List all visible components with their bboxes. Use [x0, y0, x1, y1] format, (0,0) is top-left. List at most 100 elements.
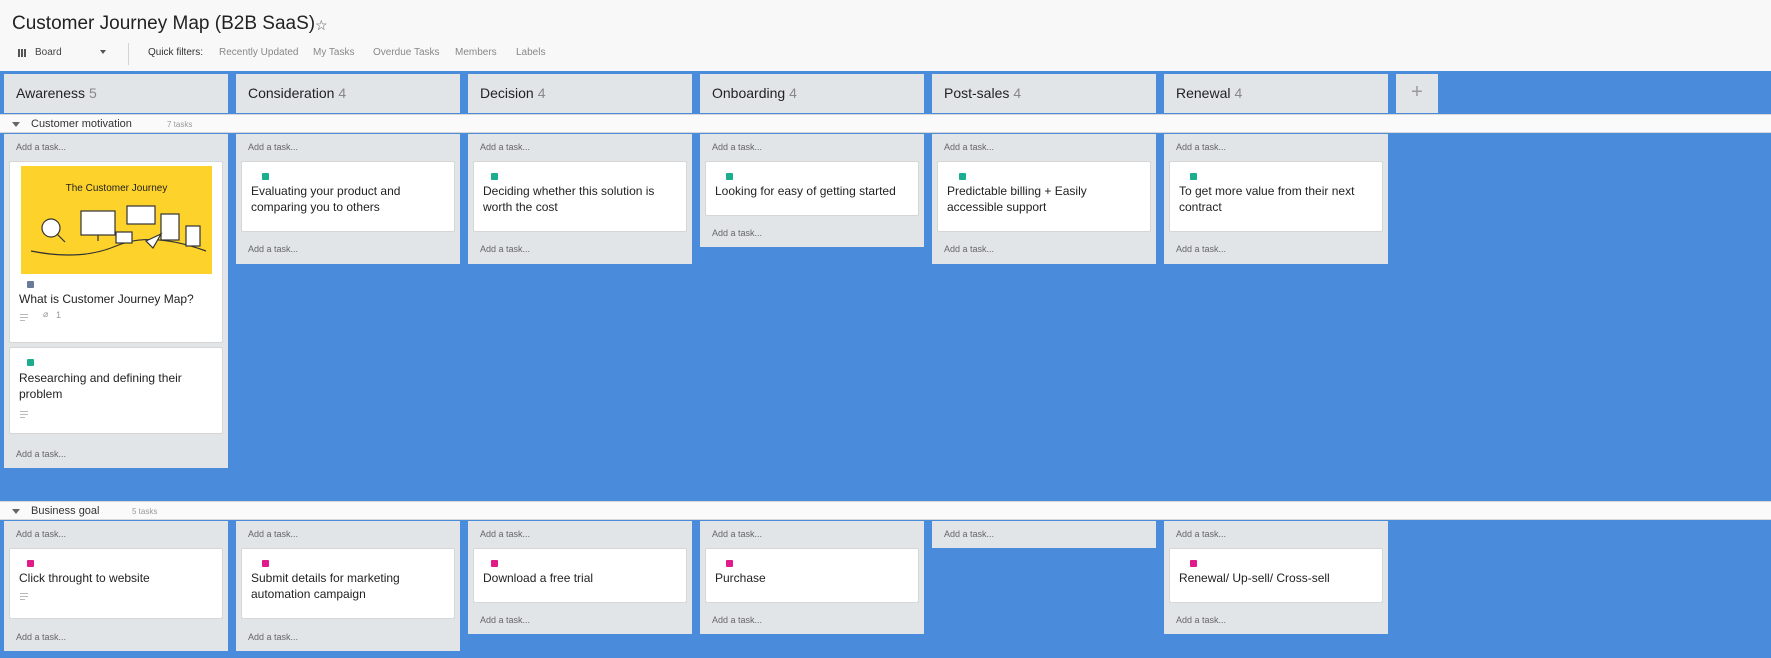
label-tag — [27, 281, 34, 288]
cell-awareness-motivation: Add a task... The Customer Journey What … — [4, 134, 228, 468]
column-name: Decision — [480, 85, 534, 101]
cell-awareness-business: Add a task... Click throught to website … — [4, 521, 228, 651]
toolbar-divider — [128, 43, 129, 65]
task-card[interactable]: The Customer Journey What is Customer Jo… — [9, 161, 223, 343]
column-header-awareness[interactable]: Awareness 5 — [4, 74, 228, 113]
card-title: To get more value from their next contra… — [1179, 184, 1355, 214]
swimlane-header-business-goal[interactable]: Business goal 5 tasks — [0, 501, 1771, 520]
collapse-caret-icon[interactable] — [12, 122, 20, 127]
column-header-onboarding[interactable]: Onboarding 4 — [700, 74, 924, 113]
task-card[interactable]: Deciding whether this solution is worth … — [473, 161, 687, 232]
add-task-link[interactable]: Add a task... — [480, 142, 530, 152]
task-card[interactable]: Renewal/ Up-sell/ Cross-sell — [1169, 548, 1383, 603]
add-task-link[interactable]: Add a task... — [944, 244, 994, 254]
filter-labels[interactable]: Labels — [516, 47, 545, 58]
task-card[interactable]: To get more value from their next contra… — [1169, 161, 1383, 232]
column-name: Awareness — [16, 85, 86, 101]
add-task-link[interactable]: Add a task... — [944, 142, 994, 152]
cell-post-sales-business: Add a task... — [932, 521, 1156, 548]
add-task-link[interactable]: Add a task... — [1176, 529, 1226, 539]
board-title: Customer Journey Map (B2B SaaS) — [12, 13, 316, 34]
cell-consideration-motivation: Add a task... Evaluating your product an… — [236, 134, 460, 264]
description-icon — [20, 314, 28, 323]
add-task-link[interactable]: Add a task... — [1176, 615, 1226, 625]
add-task-link[interactable]: Add a task... — [480, 615, 530, 625]
add-task-link[interactable]: Add a task... — [248, 529, 298, 539]
label-tag — [262, 560, 269, 567]
card-title: Predictable billing + Easily accessible … — [947, 184, 1087, 214]
view-selector[interactable]: Board — [18, 47, 110, 58]
column-name: Post-sales — [944, 85, 1010, 101]
star-icon[interactable]: ☆ — [315, 17, 328, 34]
add-task-link[interactable]: Add a task... — [248, 632, 298, 642]
add-task-link[interactable]: Add a task... — [712, 615, 762, 625]
add-task-link[interactable]: Add a task... — [712, 529, 762, 539]
task-card[interactable]: Researching and defining their problem — [9, 347, 223, 434]
task-card[interactable]: Looking for easy of getting started — [705, 161, 919, 216]
add-task-link[interactable]: Add a task... — [16, 142, 66, 152]
swimlane-header-customer-motivation[interactable]: Customer motivation 7 tasks — [0, 114, 1771, 133]
add-task-link[interactable]: Add a task... — [712, 228, 762, 238]
journey-illustration — [30, 205, 207, 256]
cell-decision-business: Add a task... Download a free trial Add … — [468, 521, 692, 634]
column-header-consideration[interactable]: Consideration 4 — [236, 74, 460, 113]
column-count: 4 — [338, 85, 347, 101]
column-name: Consideration — [248, 85, 335, 101]
task-card[interactable]: Click throught to website — [9, 548, 223, 619]
card-title: Purchase — [715, 571, 766, 585]
filter-overdue-tasks[interactable]: Overdue Tasks — [373, 47, 440, 58]
add-task-link[interactable]: Add a task... — [248, 244, 298, 254]
cell-onboarding-business: Add a task... Purchase Add a task... — [700, 521, 924, 634]
task-card[interactable]: Submit details for marketing automation … — [241, 548, 455, 619]
board-header: Customer Journey Map (B2B SaaS) ☆ Board … — [0, 0, 1771, 71]
swimlane-name: Customer motivation — [31, 118, 132, 130]
column-count: 5 — [89, 85, 97, 101]
task-card[interactable]: Download a free trial — [473, 548, 687, 603]
filter-recently-updated[interactable]: Recently Updated — [219, 47, 299, 58]
filter-members[interactable]: Members — [455, 47, 497, 58]
cell-renewal-motivation: Add a task... To get more value from the… — [1164, 134, 1388, 264]
add-column-button[interactable]: + — [1396, 74, 1438, 113]
card-title: Deciding whether this solution is worth … — [483, 184, 655, 214]
add-task-link[interactable]: Add a task... — [480, 529, 530, 539]
column-count: 4 — [789, 85, 797, 101]
label-tag — [959, 173, 966, 180]
column-count: 4 — [1234, 85, 1243, 101]
board-view-icon — [18, 48, 26, 57]
add-task-link[interactable]: Add a task... — [16, 632, 66, 642]
collapse-caret-icon[interactable] — [12, 509, 20, 514]
add-task-link[interactable]: Add a task... — [1176, 244, 1226, 254]
cell-post-sales-motivation: Add a task... Predictable billing + Easi… — [932, 134, 1156, 264]
description-icon — [20, 593, 28, 602]
label-tag — [491, 560, 498, 567]
label-tag — [27, 560, 34, 567]
task-card[interactable]: Predictable billing + Easily accessible … — [937, 161, 1151, 232]
card-title: Download a free trial — [483, 571, 594, 585]
add-task-link[interactable]: Add a task... — [16, 449, 66, 459]
column-header-post-sales[interactable]: Post-sales 4 — [932, 74, 1156, 113]
task-card[interactable]: Purchase — [705, 548, 919, 603]
add-task-link[interactable]: Add a task... — [1176, 142, 1226, 152]
label-tag — [1190, 560, 1197, 567]
column-name: Renewal — [1176, 85, 1231, 101]
label-tag — [1190, 173, 1197, 180]
swimlane-name: Business goal — [31, 505, 100, 517]
task-card[interactable]: Evaluating your product and comparing yo… — [241, 161, 455, 232]
label-tag — [27, 359, 34, 366]
chevron-down-icon — [100, 50, 106, 54]
add-task-link[interactable]: Add a task... — [16, 529, 66, 539]
card-title: Click throught to website — [19, 571, 150, 585]
column-name: Onboarding — [712, 85, 786, 101]
quick-filters-label: Quick filters: — [148, 47, 204, 58]
description-icon — [20, 411, 28, 420]
cell-decision-motivation: Add a task... Deciding whether this solu… — [468, 134, 692, 264]
add-task-link[interactable]: Add a task... — [944, 529, 994, 539]
column-header-decision[interactable]: Decision 4 — [468, 74, 692, 113]
add-task-link[interactable]: Add a task... — [248, 142, 298, 152]
add-task-link[interactable]: Add a task... — [480, 244, 530, 254]
column-count: 4 — [1013, 85, 1022, 101]
add-task-link[interactable]: Add a task... — [712, 142, 762, 152]
column-header-renewal[interactable]: Renewal 4 — [1164, 74, 1388, 113]
filter-my-tasks[interactable]: My Tasks — [313, 47, 355, 58]
label-tag — [726, 560, 733, 567]
